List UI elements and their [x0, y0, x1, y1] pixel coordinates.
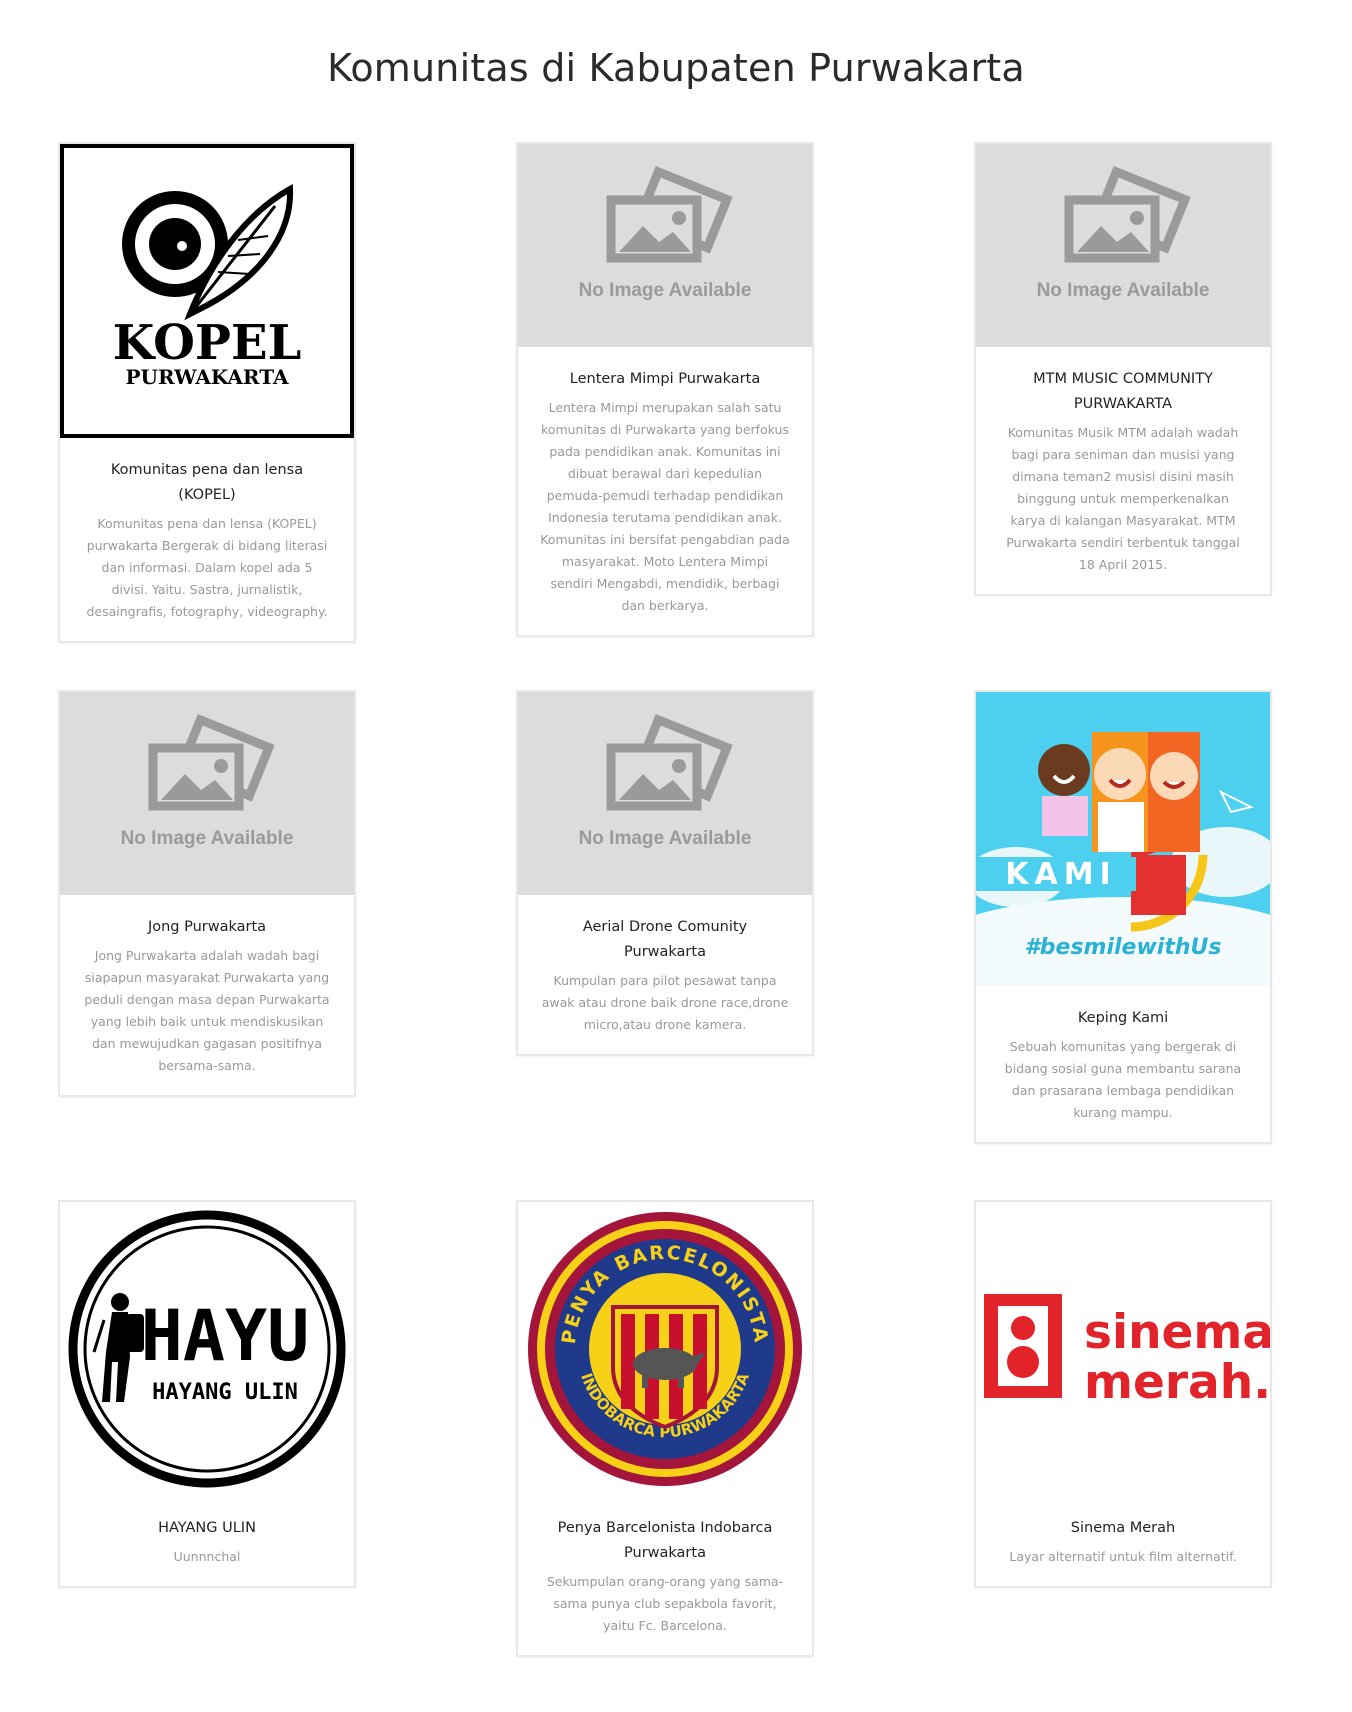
hayu-logo-image: HAYU HAYANG ULIN — [60, 1202, 354, 1496]
card-description: Layar alternatif untuk film alternatif. — [1009, 1549, 1237, 1564]
page-title: Komunitas di Kabupaten Purwakarta — [327, 46, 1025, 90]
besmile-hashtag-text: #besmilewithUs — [1024, 935, 1221, 960]
sinema-logo-line1: sinema — [1084, 1305, 1270, 1360]
sinema-logo-line2: merah. — [1084, 1355, 1270, 1410]
kopel-logo-subtext: PURWAKARTA — [125, 365, 289, 389]
no-image-placeholder: No Image Available — [518, 692, 812, 895]
community-card-kopel[interactable]: KOPEL PURWAKARTA Komunitas pena dan lens… — [58, 142, 356, 643]
no-image-text: No Image Available — [579, 828, 752, 849]
card-description: Kumpulan para pilot pesawat tanpa awak a… — [541, 973, 789, 1032]
community-card-jong-purwakarta[interactable]: No Image Available Jong Purwakarta Jong … — [58, 690, 356, 1097]
community-card-keping-kami[interactable]: KAMI #besmilewithUs Keping Kami Sebuah k… — [974, 690, 1272, 1144]
kopel-logo-text: KOPEL — [113, 315, 302, 371]
keping-kami-logo-image: KAMI #besmilewithUs — [976, 692, 1270, 986]
community-card-aerial-drone[interactable]: No Image Available Aerial Drone Comunity… — [516, 690, 814, 1056]
card-title[interactable]: Keping Kami — [976, 986, 1270, 1031]
no-image-text: No Image Available — [1037, 280, 1210, 301]
no-image-placeholder: No Image Available — [518, 144, 812, 347]
community-card-lentera-mimpi[interactable]: No Image Available Lentera Mimpi Purwaka… — [516, 142, 814, 637]
no-image-text: No Image Available — [121, 828, 294, 849]
card-title[interactable]: MTM MUSIC COMMUNITY PURWAKARTA — [976, 347, 1270, 417]
sinema-merah-logo-image: sinema merah. — [976, 1202, 1270, 1496]
community-card-penya-barcelonista[interactable]: PENYA BARCELONISTA INDOBARCA PURWAKARTA … — [516, 1200, 814, 1657]
no-image-text: No Image Available — [579, 280, 752, 301]
image-placeholder-icon — [611, 172, 727, 258]
image-placeholder-icon — [1069, 172, 1185, 258]
card-title[interactable]: Komunitas pena dan lensa (KOPEL) — [60, 438, 354, 508]
card-description: Jong Purwakarta adalah wadah bagi siapap… — [84, 948, 330, 1073]
card-title[interactable]: Aerial Drone Comunity Purwakarta — [518, 895, 812, 965]
card-description: Lentera Mimpi merupakan salah satu komun… — [540, 400, 790, 613]
card-description: Uunnnchal — [173, 1549, 241, 1564]
card-description: Sekumpulan orang-orang yang sama-sama pu… — [546, 1574, 784, 1633]
image-placeholder-icon — [153, 720, 269, 806]
community-card-hayang-ulin[interactable]: HAYU HAYANG ULIN HAYANG ULIN Uunnnchal — [58, 1200, 356, 1588]
kami-band-text: KAMI — [1005, 857, 1116, 892]
community-card-mtm-music[interactable]: No Image Available MTM MUSIC COMMUNITY P… — [974, 142, 1272, 596]
no-image-placeholder: No Image Available — [60, 692, 354, 895]
hayu-logo-subtext: HAYANG ULIN — [152, 1380, 298, 1405]
hayu-logo-text: HAYU — [141, 1295, 310, 1377]
image-placeholder-icon — [611, 720, 727, 806]
card-title[interactable]: Jong Purwakarta — [60, 895, 354, 940]
card-title[interactable]: HAYANG ULIN — [60, 1496, 354, 1541]
card-description: Komunitas Musik MTM adalah wadah bagi pa… — [1006, 425, 1240, 572]
kopel-logo-image: KOPEL PURWAKARTA — [60, 144, 354, 438]
no-image-placeholder: No Image Available — [976, 144, 1270, 347]
card-title[interactable]: Lentera Mimpi Purwakarta — [518, 347, 812, 392]
card-description: Sebuah komunitas yang bergerak di bidang… — [1004, 1039, 1242, 1120]
card-title[interactable]: Penya Barcelonista Indobarca Purwakarta — [518, 1496, 812, 1566]
community-card-sinema-merah[interactable]: sinema merah. Sinema Merah Layar alterna… — [974, 1200, 1272, 1588]
card-title[interactable]: Sinema Merah — [976, 1496, 1270, 1541]
card-description: Komunitas pena dan lensa (KOPEL) purwaka… — [86, 516, 328, 619]
barca-logo-image: PENYA BARCELONISTA INDOBARCA PURWAKARTA — [518, 1202, 812, 1496]
